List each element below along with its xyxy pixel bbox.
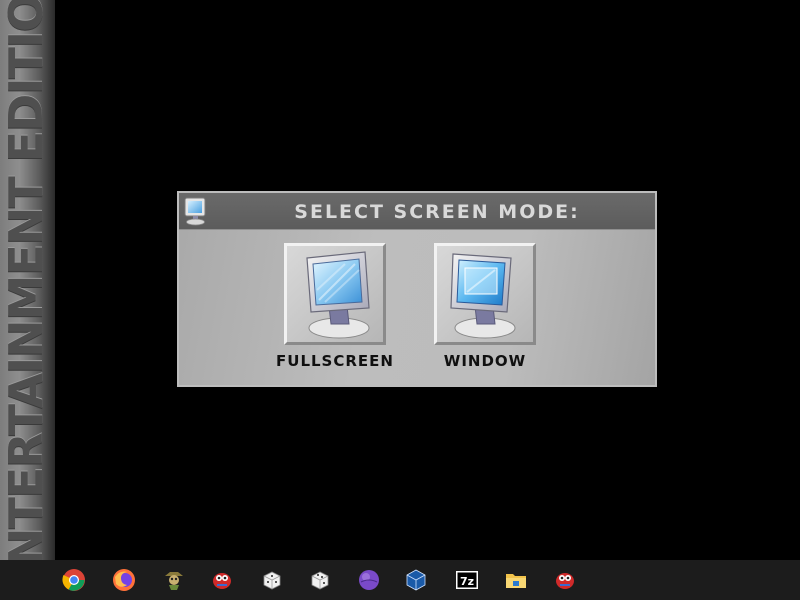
dialog-title: SELECT SCREEN MODE: [294,201,580,223]
dialog-title-bar: SELECT SCREEN MODE: [179,193,655,230]
red-creature-icon[interactable] [553,568,577,592]
window-button[interactable] [434,243,536,345]
screen-mode-dialog: SELECT SCREEN MODE: FULLSCREEN WINDOW [177,191,657,387]
svg-text:7z: 7z [460,575,474,588]
7zip-icon[interactable]: 7z [455,568,479,592]
chrome-icon[interactable] [62,568,86,592]
monitor-window-icon [450,253,516,339]
firefox-icon[interactable] [112,568,136,592]
dice-icon[interactable] [308,568,332,592]
fullscreen-button[interactable] [284,243,386,345]
taskbar: 7z [0,560,800,600]
side-banner-text: NTERTAINMENT EDITION [0,0,53,560]
file-explorer-icon[interactable] [504,568,528,592]
fullscreen-label: FULLSCREEN [276,352,394,370]
dice-icon[interactable] [260,568,284,592]
window-label: WINDOW [443,352,527,370]
monitor-icon [184,197,206,226]
purple-orb-icon[interactable] [357,568,381,592]
game-character-icon[interactable] [162,568,186,592]
monitor-fullscreen-icon [306,251,370,339]
side-banner: NTERTAINMENT EDITION [0,0,55,560]
virtualbox-icon[interactable] [404,568,428,592]
screen: NTERTAINMENT EDITION SELECT SCREEN MODE: [0,0,800,600]
red-creature-icon[interactable] [210,568,234,592]
